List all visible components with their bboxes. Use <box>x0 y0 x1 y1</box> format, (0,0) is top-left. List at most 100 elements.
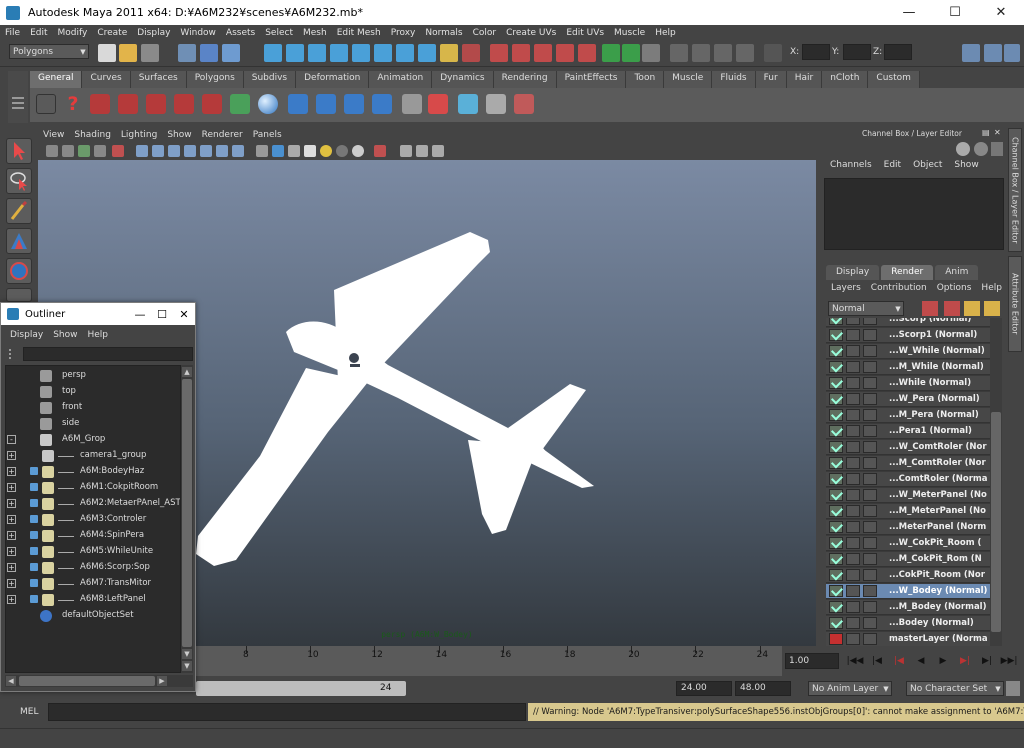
menu-edit[interactable]: Edit <box>25 28 52 38</box>
channel-box-menu-show[interactable]: Show <box>948 160 984 174</box>
select-tool-icon[interactable] <box>6 138 32 164</box>
render-layer-row[interactable]: ...W_While (Normal) <box>826 344 990 359</box>
outliner-menu-help[interactable]: Help <box>82 330 113 340</box>
layer-render-settings-icon[interactable] <box>863 505 877 517</box>
outliner-item[interactable]: + A6M7:TransMitor <box>6 576 180 592</box>
panel-menu-shading[interactable]: Shading <box>69 130 116 140</box>
outliner-item[interactable]: + camera1_group <box>6 448 180 464</box>
mel-command-input[interactable] <box>48 703 526 721</box>
shelf-tab-muscle[interactable]: Muscle <box>664 71 713 88</box>
lasso-tool-icon[interactable] <box>6 168 32 194</box>
shelf-tab-custom[interactable]: Custom <box>868 71 920 88</box>
play-forwards-icon[interactable]: ▶ <box>932 652 954 670</box>
character-set-dropdown[interactable]: No Character Set ▼ <box>906 681 1004 696</box>
toggle-tool-settings-icon[interactable] <box>984 44 1002 62</box>
expand-icon[interactable]: + <box>7 467 16 476</box>
layer-menu-contribution[interactable]: Contribution <box>866 283 932 296</box>
visibility-icon[interactable] <box>30 579 38 587</box>
image-plane-icon[interactable] <box>94 145 106 157</box>
layer-recycle-toggle-icon[interactable] <box>846 393 860 405</box>
layer-menu-options[interactable]: Options <box>932 283 977 296</box>
menu-set-dropdown[interactable]: Polygons ▼ <box>9 44 89 59</box>
move-tool-icon[interactable] <box>6 228 32 254</box>
brush-icon[interactable] <box>514 94 534 114</box>
scale-tool-icon[interactable] <box>6 288 32 302</box>
menu-edit-uvs[interactable]: Edit UVs <box>561 28 609 38</box>
layer-renderable-toggle-icon[interactable] <box>829 633 843 645</box>
outliner-menu-show[interactable]: Show <box>48 330 82 340</box>
outliner-item[interactable]: + A6M1:CokpitRoom <box>6 480 180 496</box>
layer-recycle-toggle-icon[interactable] <box>846 329 860 341</box>
layer-mode-dropdown[interactable]: Normal ▼ <box>828 301 904 316</box>
film-gate-icon[interactable] <box>152 145 164 157</box>
expand-icon[interactable]: + <box>7 499 16 508</box>
rotate-tool-icon[interactable] <box>6 258 32 284</box>
expand-icon[interactable]: + <box>7 595 16 604</box>
float-panel-icon[interactable]: ▤ <box>982 128 990 137</box>
outliner-item[interactable]: + A6M8:LeftPanel <box>6 592 180 608</box>
outliner-item[interactable]: persp <box>6 368 180 384</box>
toggle-channel-box-icon[interactable] <box>1004 44 1020 62</box>
menu-create-uvs[interactable]: Create UVs <box>501 28 561 38</box>
input-field-mode-icon[interactable] <box>764 44 782 62</box>
highlight-selection-icon[interactable] <box>462 44 480 62</box>
menu-muscle[interactable]: Muscle <box>609 28 650 38</box>
light-icon[interactable] <box>428 94 448 114</box>
layer-render-settings-icon[interactable] <box>863 377 877 389</box>
layer-render-settings-icon[interactable] <box>863 537 877 549</box>
layer-renderable-toggle-icon[interactable] <box>829 505 843 517</box>
new-layer-icon[interactable] <box>922 301 938 316</box>
panel-menu-panels[interactable]: Panels <box>248 130 287 140</box>
minimize-button[interactable]: — <box>886 0 932 25</box>
shelf-tab-fluids[interactable]: Fluids <box>712 71 756 88</box>
render-layer-row[interactable]: ...M_CokPit_Rom (N <box>826 552 990 567</box>
step-back-frame-icon[interactable]: |◀ <box>866 652 888 670</box>
render-layer-row[interactable]: ...Bodey (Normal) <box>826 616 990 631</box>
layer-recycle-toggle-icon[interactable] <box>846 425 860 437</box>
layer-renderable-toggle-icon[interactable] <box>829 585 843 597</box>
layer-list-scrollbar[interactable] <box>990 318 1002 646</box>
layer-render-settings-icon[interactable] <box>863 457 877 469</box>
layer-recycle-toggle-icon[interactable] <box>846 361 860 373</box>
shelf-tab-dynamics[interactable]: Dynamics <box>432 71 494 88</box>
render-layer-row[interactable]: ...M_Pera (Normal) <box>826 408 990 423</box>
resolution-gate-icon[interactable] <box>168 145 180 157</box>
layer-renderable-toggle-icon[interactable] <box>829 601 843 613</box>
lock-selection-icon[interactable] <box>440 44 458 62</box>
menu-proxy[interactable]: Proxy <box>386 28 421 38</box>
select-hierarchy-icon[interactable] <box>178 44 196 62</box>
menu-assets[interactable]: Assets <box>221 28 260 38</box>
layer-recycle-toggle-icon[interactable] <box>846 521 860 533</box>
visibility-icon[interactable] <box>30 531 38 539</box>
input-ops-icon[interactable] <box>602 44 620 62</box>
outliner-menu-display[interactable]: Display <box>5 330 48 340</box>
sphere-icon[interactable] <box>258 94 278 114</box>
go-to-start-icon[interactable]: |◀◀ <box>844 652 866 670</box>
layer-renderable-toggle-icon[interactable] <box>829 377 843 389</box>
new-scene-icon[interactable] <box>98 44 116 62</box>
outliner-item[interactable]: + A6M4:SpinPera <box>6 528 180 544</box>
shelf-tab-rendering[interactable]: Rendering <box>493 71 557 88</box>
select-by-rendering-icon[interactable] <box>396 44 414 62</box>
menu-mesh[interactable]: Mesh <box>298 28 332 38</box>
layer-render-settings-icon[interactable] <box>863 585 877 597</box>
layer-renderable-toggle-icon[interactable] <box>829 409 843 421</box>
menu-help[interactable]: Help <box>650 28 681 38</box>
shelf-tab-toon[interactable]: Toon <box>626 71 665 88</box>
expand-icon[interactable]: + <box>7 515 16 524</box>
channel-box-options-icon[interactable] <box>956 142 970 156</box>
maximize-button[interactable]: ☐ <box>932 0 978 25</box>
render-current-frame-icon[interactable] <box>670 44 688 62</box>
render-layer-row[interactable]: ...W_ComtRoler (Nor <box>826 440 990 455</box>
scroll-right-icon[interactable]: ▶ <box>157 676 167 686</box>
panel-menu-view[interactable]: View <box>38 130 69 140</box>
parent-icon[interactable] <box>344 94 364 114</box>
layer-list-scroll-thumb[interactable] <box>991 412 1001 632</box>
paint-attributes-icon[interactable] <box>146 94 166 114</box>
paint-skin-weights-icon[interactable] <box>90 94 110 114</box>
shelf-tab-hair[interactable]: Hair <box>786 71 823 88</box>
layer-render-settings-icon[interactable] <box>863 329 877 341</box>
layer-renderable-toggle-icon[interactable] <box>829 361 843 373</box>
layer-recycle-toggle-icon[interactable] <box>846 633 860 645</box>
layer-recycle-toggle-icon[interactable] <box>846 489 860 501</box>
